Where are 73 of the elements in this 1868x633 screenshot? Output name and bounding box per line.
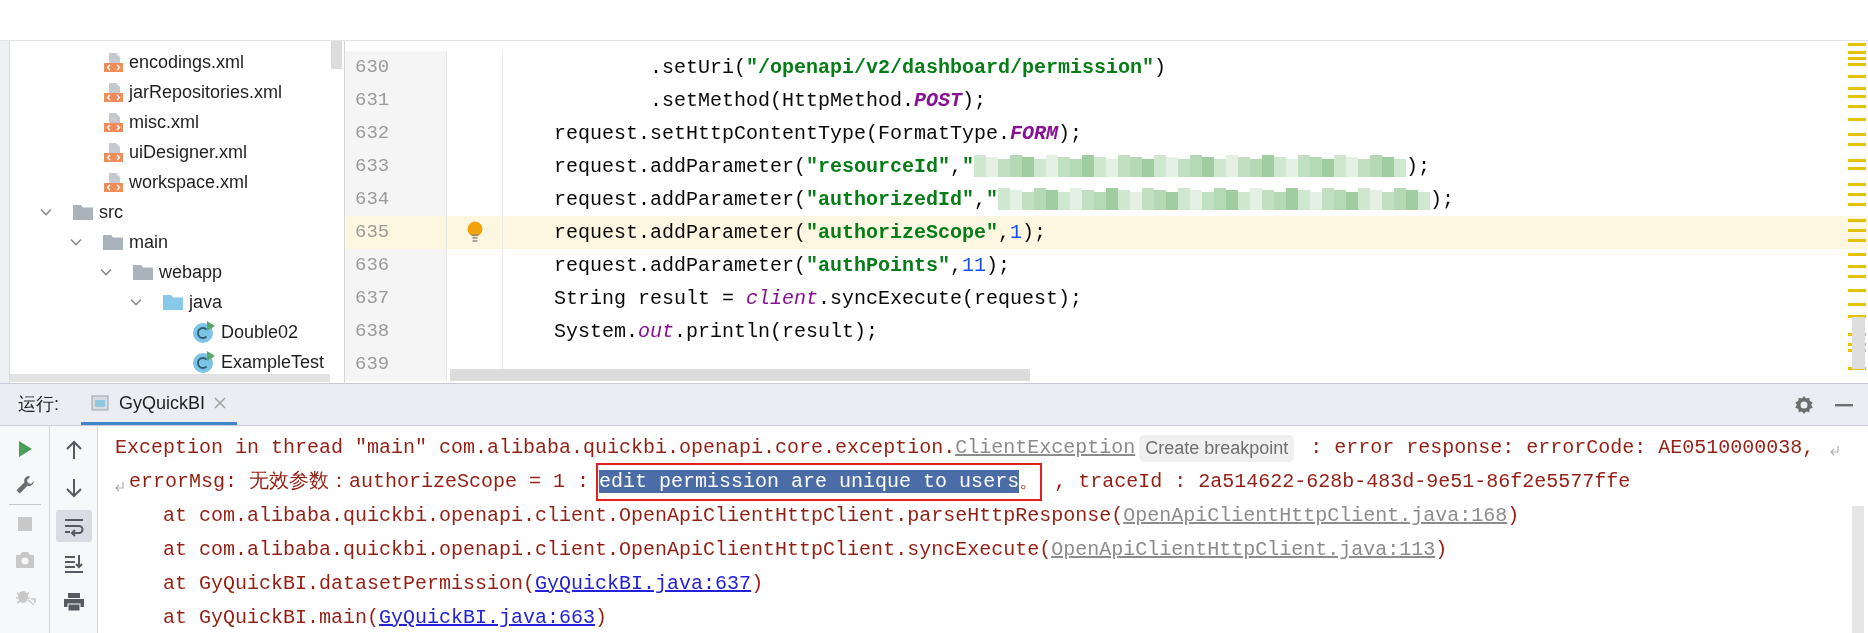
code-line: System.out.println(result); [553, 318, 879, 345]
tree-item-label[interactable]: encodings.xml [129, 51, 245, 73]
xml-file-icon [102, 171, 124, 193]
line-number: 635 [355, 220, 390, 246]
window-icon [91, 394, 111, 412]
console-line: at com.alibaba.quickbi.openapi.client.OpenApiClientHttpClient.parseHttpResponse(OpenApiClientHttpClient.java:168) [115, 499, 1868, 533]
error-stripe-drawing[interactable] [1848, 43, 1866, 371]
console-text: 。 [1019, 470, 1040, 493]
xml-file-icon [102, 81, 124, 103]
code-text: request.addParameter( [554, 153, 807, 180]
code-text: , [974, 186, 987, 213]
run-tab[interactable]: GyQuickBI [81, 384, 238, 425]
console-text: Exception in thread "main" com.alibaba.quickbi.openapi.core.exception. [115, 435, 956, 461]
tree-item-label[interactable]: webapp [159, 261, 223, 283]
printer-icon [62, 591, 85, 613]
line-number: 632 [355, 121, 390, 147]
scrollbar-thumb[interactable] [450, 369, 1030, 381]
line-number: 636 [355, 253, 390, 279]
tree-item-label[interactable]: workspace.xml [129, 171, 249, 193]
code-line: .setUri("/openapi/v2/dashboard/permission") [649, 54, 1167, 81]
code-text: ); [1430, 186, 1455, 213]
console-text: errorMsg: 无效参数：authorizeScope = 1 : [129, 469, 591, 495]
code-text: "authorizedId" [806, 186, 975, 213]
close-icon[interactable] [213, 396, 228, 410]
settings-icon[interactable] [1794, 394, 1814, 415]
code-text: " [986, 186, 999, 213]
line-number: 638 [355, 319, 390, 345]
tree-item-label[interactable]: uiDesigner.xml [129, 141, 248, 163]
tree-item-label[interactable]: Double02 [221, 321, 299, 343]
file-link[interactable]: GyQuickBI.java:663 [379, 603, 596, 633]
tree-item-label[interactable]: ExampleTest [221, 351, 325, 373]
xml-file-icon [102, 111, 124, 133]
lightbulb-icon[interactable] [465, 220, 484, 245]
scrollbar-thumb[interactable] [10, 374, 330, 382]
line-number: 639 [355, 352, 390, 378]
code-line: request.addParameter("authPoints",11); [553, 252, 1011, 279]
panel-label: 运行: [18, 393, 59, 416]
line-number: 633 [355, 154, 390, 180]
scroll-to-end-icon [62, 553, 85, 575]
console-line: at GyQuickBI.main(GyQuickBI.java:663) [115, 601, 1868, 633]
console-line: at GyQuickBI.datasetPermission(GyQuickBI.java:637) [115, 567, 1868, 601]
soft-wrap-button[interactable] [55, 510, 92, 542]
console-text: : error response: errorCode: AE0510000038, [1309, 435, 1815, 461]
file-link[interactable]: GyQuickBI.java:637 [535, 569, 752, 599]
scrollbar-thumb[interactable] [1852, 506, 1864, 633]
code-text: " [962, 153, 975, 180]
line-number: 637 [355, 286, 390, 312]
create-breakpoint-hint[interactable]: Create breakpoint [1139, 434, 1295, 462]
xml-file-icon [102, 141, 124, 163]
code-text: , [950, 153, 963, 180]
tree-item-label[interactable]: jarRepositories.xml [129, 81, 283, 103]
xml-file-icon [102, 51, 124, 73]
code-line: String result = client.syncExecute(request); [553, 285, 1083, 312]
tree-item-label[interactable]: misc.xml [129, 111, 199, 133]
code-line: .setMethod(HttpMethod.POST); [649, 87, 987, 114]
tree-item-label[interactable]: main [129, 231, 168, 253]
code-line: request.setHttpContentType(FormatType.FORM); [553, 120, 1083, 147]
console-text: , traceId : 2a514622-628b-483d-9e51-86f2e5577ffe [1053, 469, 1631, 495]
scrollbar-thumb[interactable] [331, 41, 342, 69]
code-text: request.addParameter( [554, 186, 807, 213]
console-line: at com.alibaba.quickbi.openapi.client.OpenApiClientHttpClient.syncExecute(OpenApiClientHttpClient.java:113) [115, 533, 1868, 567]
tree-item-label[interactable]: java [189, 291, 223, 313]
tree-item-label[interactable]: src [99, 201, 123, 223]
line-number: 631 [355, 88, 390, 114]
code-line: request.addParameter("authorizeScope",1); [553, 219, 1047, 246]
class-file-icon [192, 320, 216, 344]
code-text: ); [1406, 153, 1431, 180]
selected-text: edit permission are unique to users [599, 470, 1020, 493]
scrollbar-thumb[interactable] [1852, 317, 1865, 369]
line-number: 630 [355, 55, 390, 81]
code-text: "resourceId" [806, 153, 951, 180]
line-number: 634 [355, 187, 390, 213]
class-file-icon [192, 350, 216, 374]
